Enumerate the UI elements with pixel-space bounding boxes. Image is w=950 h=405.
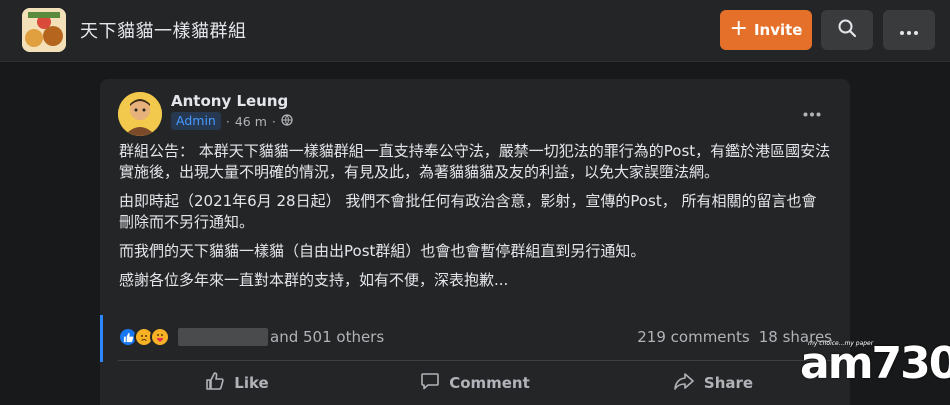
care-reaction-icon: [150, 327, 170, 347]
comment-label: Comment: [449, 374, 530, 392]
search-button[interactable]: [821, 10, 873, 50]
post-meta: Admin · 46 m ·: [171, 112, 293, 130]
group-cover-thumbnail[interactable]: [22, 8, 66, 52]
watermark-logo: am730: [800, 338, 950, 389]
admin-badge[interactable]: Admin: [171, 112, 221, 130]
like-button[interactable]: Like: [118, 365, 356, 401]
post-paragraph: 感謝各位多年來一直對本群的支持，如有不便，深表抱歉...: [119, 271, 509, 289]
publisher-watermark: my choice...my paper am730: [800, 338, 950, 400]
dot-separator: ·: [225, 113, 230, 129]
thumbs-up-icon: [205, 371, 225, 395]
post-time[interactable]: 46 m: [235, 114, 267, 129]
more-horizontal-icon: [899, 21, 919, 40]
invite-button[interactable]: + Invite: [720, 10, 812, 50]
post-text: 群組公告： 本群天下貓貓一樣貓群組一直支持奉公守法，嚴禁一切犯法的罪行為的Pos…: [119, 141, 831, 299]
like-label: Like: [234, 374, 269, 392]
plus-icon: +: [729, 16, 748, 41]
search-icon: [837, 18, 857, 42]
share-label: Share: [703, 374, 754, 392]
card-accent-bar: [100, 315, 103, 362]
invite-label: Invite: [753, 21, 803, 39]
comments-count[interactable]: 219 comments: [637, 328, 749, 346]
post-options-button[interactable]: [796, 99, 828, 123]
post-paragraph: 群組公告： 本群天下貓貓一樣貓群組一直支持奉公守法，嚴禁一切犯法的罪行為的Pos…: [119, 142, 831, 181]
post-card: Antony Leung Admin · 46 m · 群組公告： 本群天下貓貓…: [100, 79, 850, 405]
group-name[interactable]: 天下貓貓一樣貓群組: [80, 17, 247, 43]
post-actions: Like Comment Share: [118, 365, 832, 401]
comment-button[interactable]: Comment: [356, 365, 594, 401]
reactor-name-blurred: [178, 328, 268, 346]
reactions-others[interactable]: and 501 others: [270, 328, 384, 346]
post-paragraph: 由即時起（2021年6月 28日起） 我們不會批任何有政治含意，影射，宣傳的Po…: [119, 192, 817, 231]
author-avatar[interactable]: [118, 92, 162, 136]
share-button[interactable]: Share: [594, 365, 832, 401]
divider: [118, 360, 832, 361]
more-horizontal-icon: [803, 102, 821, 121]
globe-icon: [281, 113, 293, 129]
post-paragraph: 而我們的天下貓貓一樣貓（自由出Post群組）也會也會暫停群組直到另行通知。: [119, 242, 646, 260]
share-arrow-icon: [673, 371, 695, 395]
comment-bubble-icon: [420, 371, 440, 395]
more-options-button[interactable]: [883, 10, 935, 50]
dot-separator: ·: [271, 113, 276, 129]
reaction-summary[interactable]: and 501 others: [118, 327, 384, 347]
author-name[interactable]: Antony Leung: [171, 92, 288, 110]
group-header-bar: 天下貓貓一樣貓群組 + Invite: [0, 0, 950, 62]
